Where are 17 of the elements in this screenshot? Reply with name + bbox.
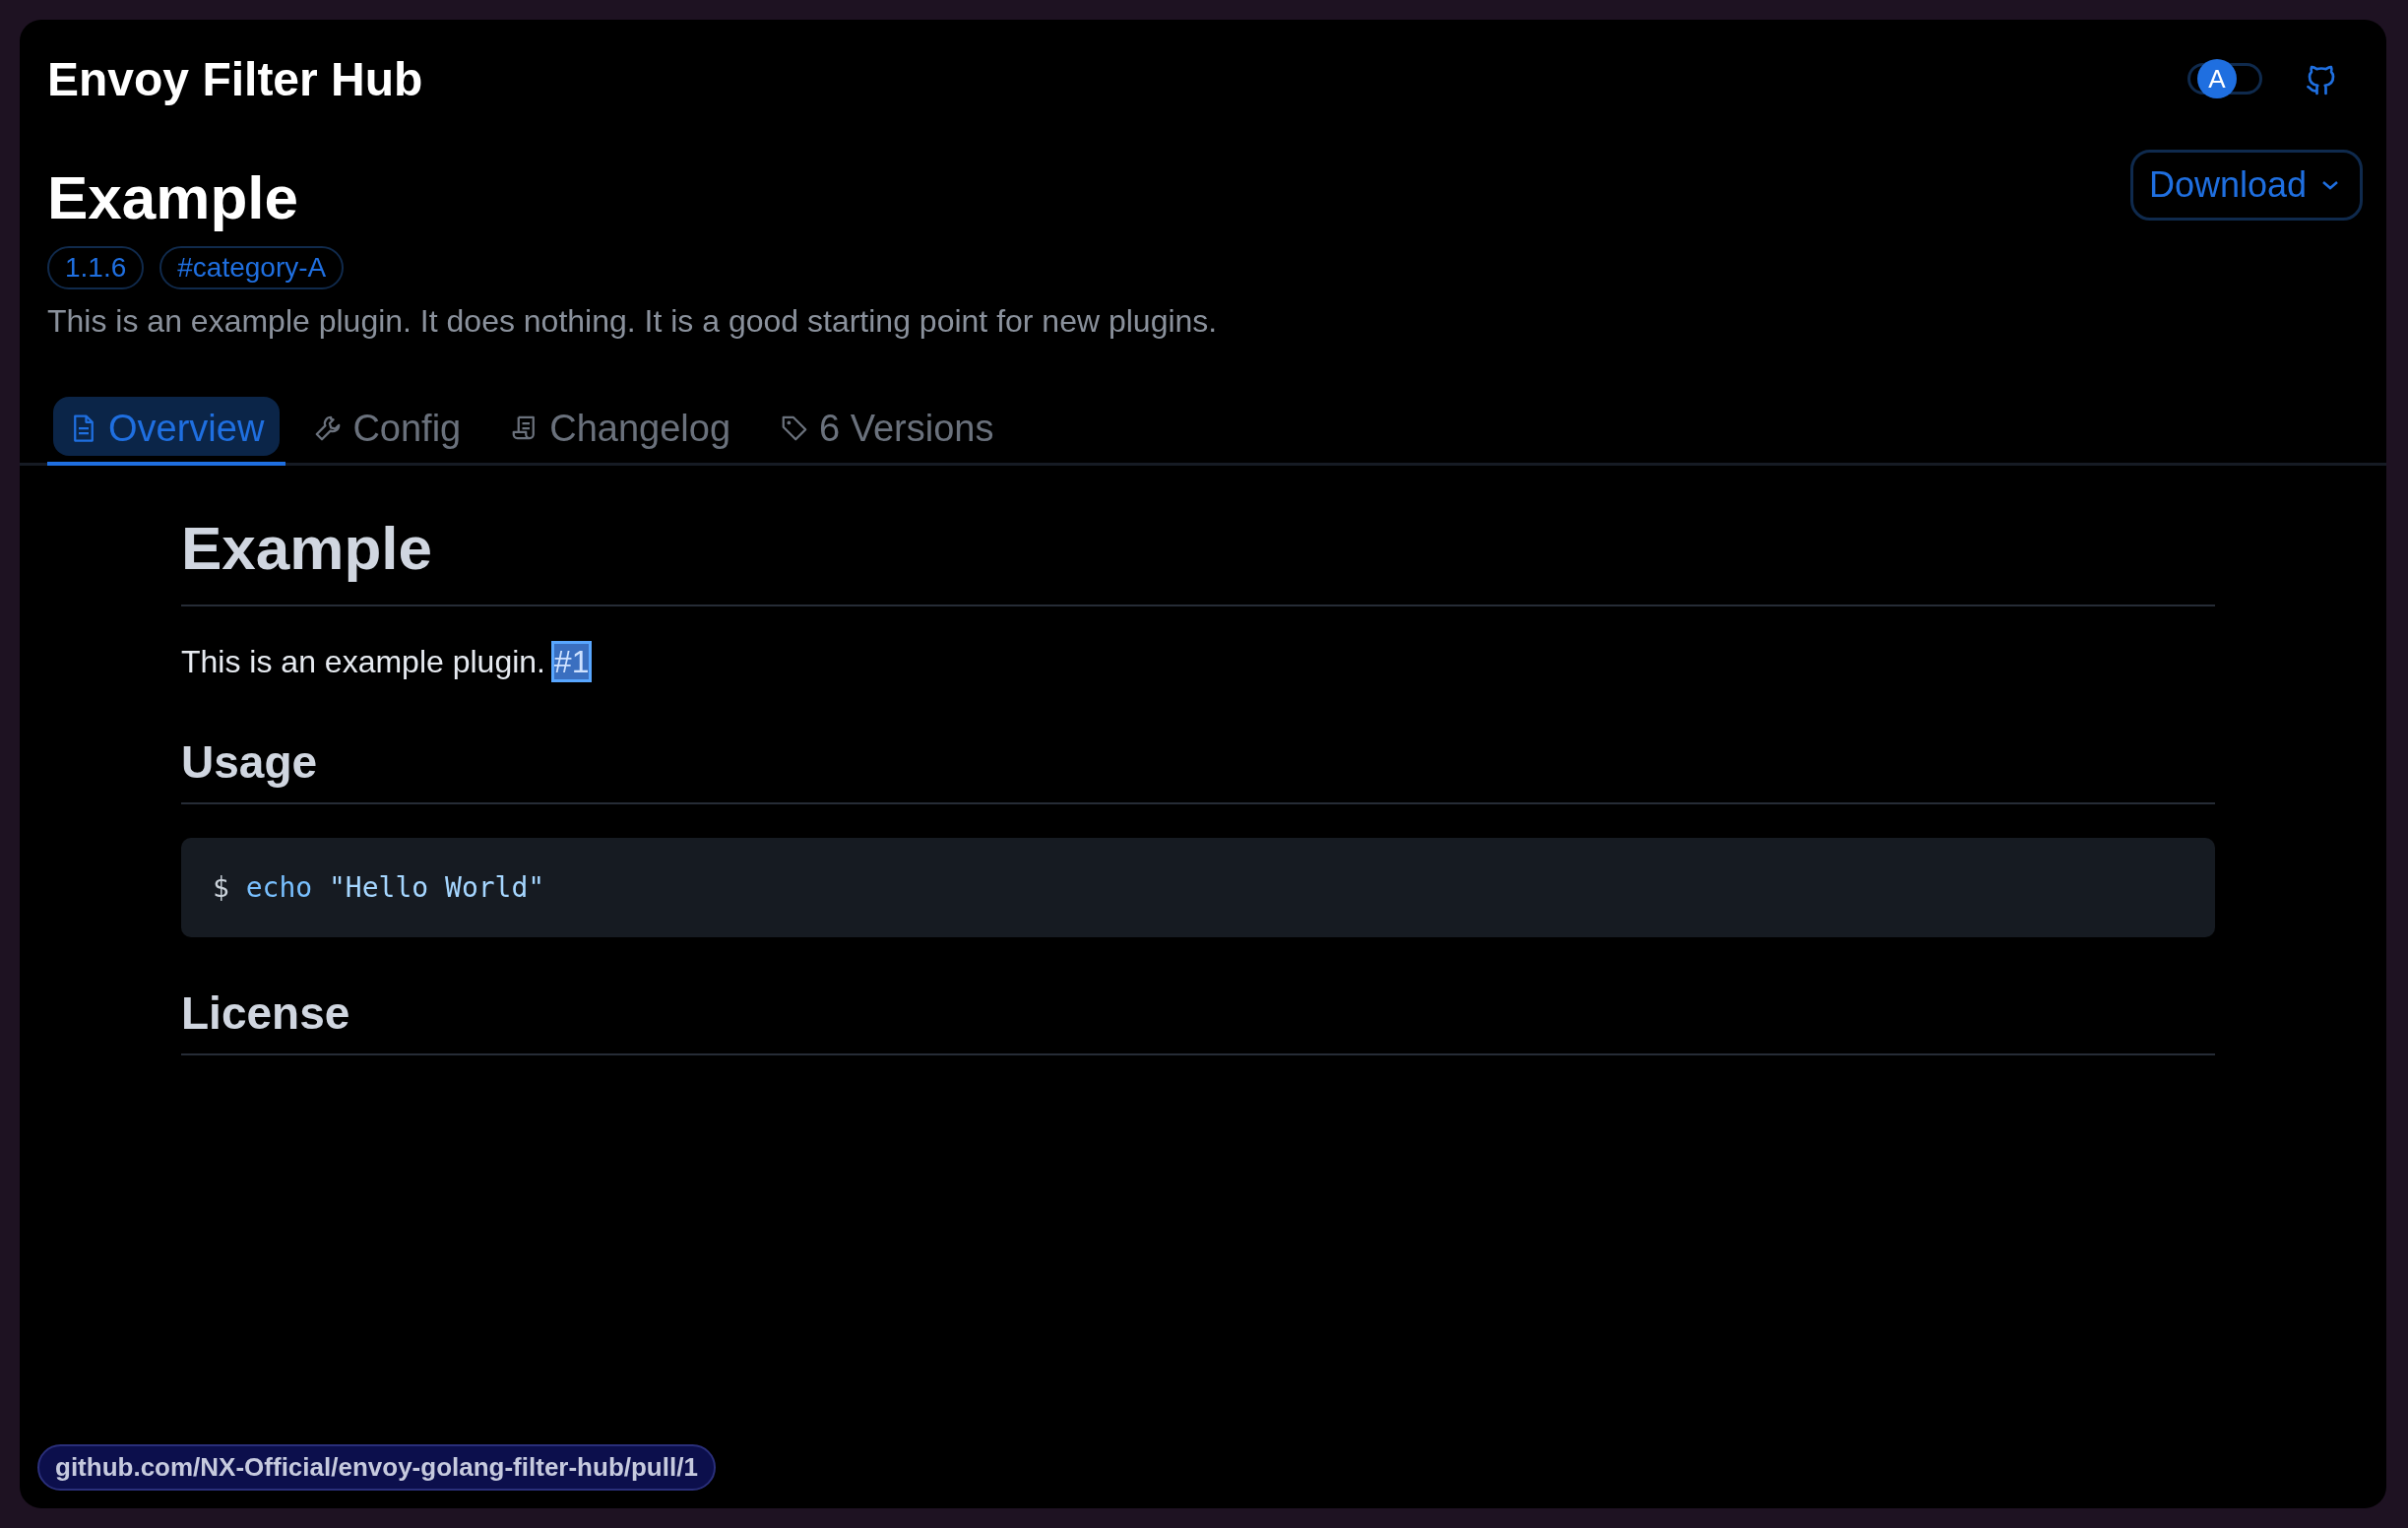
caret-icon (2320, 178, 2340, 192)
tag: #category-A (159, 246, 345, 289)
issue-link[interactable]: #1 (553, 644, 590, 679)
link-url-status: github.com/NX-Official/envoy-golang-filter-hub/pull/1 (37, 1444, 716, 1491)
tab[interactable]: 6 Versions (758, 395, 1016, 466)
plugin-description: This is an example plugin. It does nothing. It is a good starting point for new plugins. (47, 303, 1218, 340)
app-title: Envoy Filter Hub (47, 51, 423, 106)
readme-heading: Example (181, 466, 2215, 606)
code-block: $ echo "Hello World" (181, 838, 2215, 937)
readme-paragraph: This is an example plugin. #1 (181, 644, 591, 680)
tab[interactable]: Changelog (488, 395, 753, 466)
section-heading: License (181, 931, 2215, 1055)
tab[interactable]: Config (291, 395, 483, 466)
section-heading: Usage (181, 680, 2215, 804)
tab[interactable]: Overview (47, 395, 286, 466)
tag: 1.1.6 (47, 246, 145, 289)
download-button[interactable]: Download (2129, 150, 2363, 221)
